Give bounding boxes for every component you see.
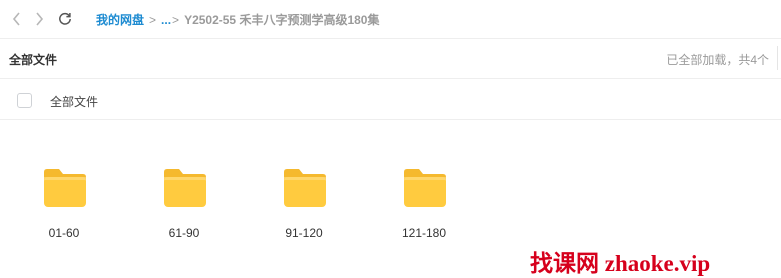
folder-item[interactable]: 121-180 <box>384 162 464 244</box>
breadcrumb-separator: > <box>172 12 180 27</box>
refresh-button[interactable] <box>58 12 72 26</box>
folder-name: 61-90 <box>168 226 200 240</box>
folder-item[interactable]: 91-120 <box>264 162 344 244</box>
forward-button[interactable] <box>32 12 46 26</box>
refresh-icon <box>59 12 71 25</box>
back-button[interactable] <box>10 12 24 26</box>
divider <box>0 78 781 79</box>
divider <box>777 46 778 70</box>
folder-name: 121-180 <box>401 226 447 240</box>
breadcrumb-separator: > <box>149 12 157 27</box>
breadcrumb-ellipsis-link[interactable]: ... <box>161 13 171 27</box>
folder-icon <box>44 169 86 207</box>
loaded-count-info: 已全部加载，共4个 <box>666 53 769 67</box>
select-all-label: 全部文件 <box>50 95 99 109</box>
folder-icon <box>164 169 206 207</box>
chevron-right-icon <box>36 12 44 26</box>
select-all-row <box>0 84 781 118</box>
folder-name: 91-120 <box>285 226 323 240</box>
breadcrumb-root-link[interactable]: 我的网盘 <box>96 11 144 28</box>
navigation-bar: 我的网盘 > ... > Y2502-55 禾丰八字预测学高级180集 <box>0 0 781 38</box>
watermark: 找课网 zhaoke.vip <box>530 251 711 276</box>
folder-name: 01-60 <box>48 226 80 240</box>
breadcrumb-current: Y2502-55 禾丰八字预测学高级180集 <box>184 13 380 27</box>
folder-icon <box>284 169 326 207</box>
folder-icon <box>404 169 446 207</box>
divider <box>0 38 781 39</box>
folder-item[interactable]: 61-90 <box>144 162 224 244</box>
select-all-checkbox[interactable] <box>17 93 32 108</box>
chevron-left-icon <box>12 12 20 26</box>
folder-item[interactable]: 01-60 <box>24 162 104 244</box>
section-title: 全部文件 <box>9 53 58 67</box>
breadcrumb: 我的网盘 > ... > Y2502-55 禾丰八字预测学高级180集 <box>96 11 379 28</box>
divider <box>0 119 781 120</box>
